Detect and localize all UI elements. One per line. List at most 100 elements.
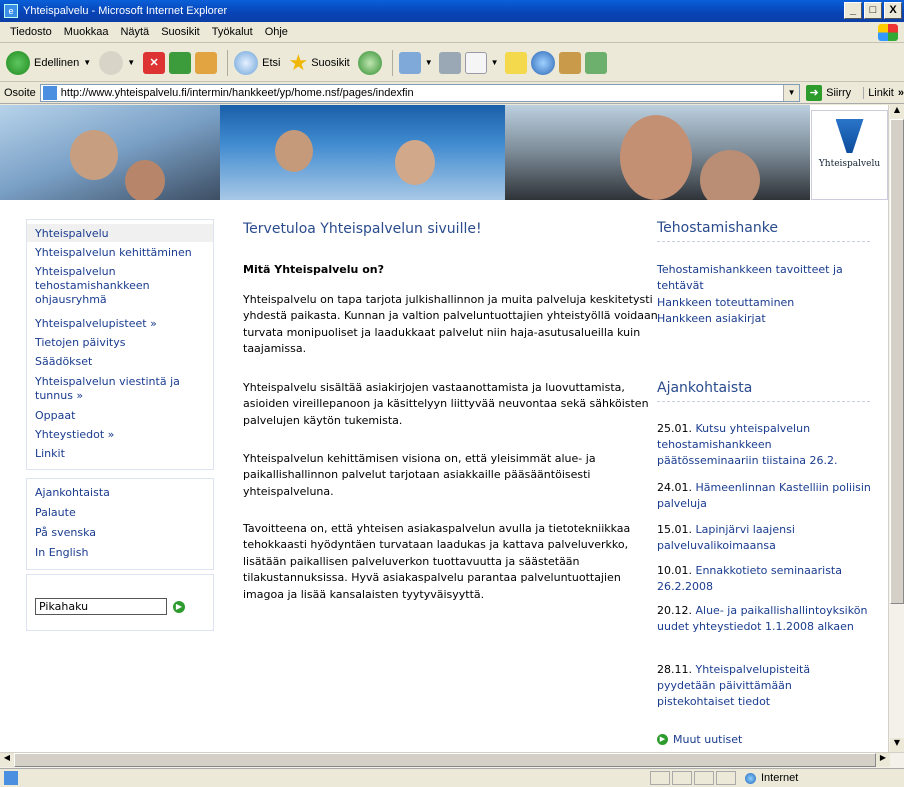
star-icon: ★ [288, 49, 309, 75]
menu-view[interactable]: Näytä [120, 26, 149, 38]
nav-item-linkit[interactable]: Linkit [35, 447, 65, 461]
links-button[interactable]: Linkit [863, 86, 894, 99]
menu-file[interactable]: Tiedosto [10, 26, 52, 38]
nav-item-yhteispalvelu[interactable]: Yhteispalvelu [35, 227, 109, 241]
home-icon[interactable] [195, 51, 218, 74]
nav-item-yhteystiedot[interactable]: Yhteystiedot » [35, 428, 114, 442]
nav-item-ohjausryhma[interactable]: Yhteispalvelun tehostamishankkeen ohjaus… [35, 265, 195, 307]
book-icon[interactable] [558, 51, 581, 74]
project-link[interactable]: Tehostamishankkeen tavoitteet ja tehtävä… [657, 262, 872, 294]
maximize-button[interactable]: □ [864, 2, 882, 19]
address-dropdown-icon[interactable]: ▼ [783, 84, 800, 101]
menu-edit[interactable]: Muokkaa [64, 26, 109, 38]
yhteispalvelu-logo[interactable]: Yhteispalvelu [811, 110, 888, 200]
vertical-scrollbar[interactable]: ▲ ▼ [888, 105, 904, 752]
menu-bar: Tiedosto Muokkaa Näytä Suosikit Työkalut… [0, 22, 904, 43]
page-viewport: Yhteispalvelu Yhteispalvelu Yhteispalvel… [0, 105, 888, 752]
menu-help[interactable]: Ohje [265, 26, 288, 38]
news-heading: Ajankohtaista [657, 380, 753, 396]
back-button[interactable]: Edellinen ▼ [6, 50, 91, 75]
history-icon[interactable] [357, 50, 382, 75]
nav-item-ajankohtaista[interactable]: Ajankohtaista [35, 486, 110, 500]
menu-tools[interactable]: Työkalut [212, 26, 253, 38]
word-icon[interactable] [464, 51, 487, 74]
news-item[interactable]: 28.11. Yhteispalvelupisteitä pyydetään p… [657, 662, 872, 711]
logo-mark-icon [835, 119, 864, 153]
back-arrow-icon [6, 50, 30, 75]
messenger-icon[interactable] [584, 51, 607, 74]
nav-item-oppaat[interactable]: Oppaat [35, 409, 75, 423]
address-bar: Osoite http://www.yhteispalvelu.fi/inter… [0, 82, 904, 104]
close-button[interactable]: X [884, 2, 902, 19]
go-arrow-icon: ➜ [806, 84, 823, 101]
divider [657, 401, 870, 402]
scroll-thumb[interactable] [890, 119, 904, 604]
toolbar: Edellinen ▼ ▼ ✕ Etsi ★ Suosikit ▼ ▼ [0, 44, 904, 82]
nav-item-paivitys[interactable]: Tietojen päivitys [35, 336, 125, 350]
more-news-link[interactable]: ▶ Muut uutiset [657, 733, 742, 746]
scroll-right-icon[interactable]: ▶ [876, 753, 890, 767]
menu-favorites[interactable]: Suosikit [161, 26, 200, 38]
news-item[interactable]: 10.01. Ennakkotieto seminaarista 26.2.20… [657, 563, 872, 595]
nav-item-svenska[interactable]: På svenska [35, 526, 96, 540]
mail-icon[interactable] [398, 51, 421, 74]
nav-item-english[interactable]: In English [35, 546, 88, 560]
news-item[interactable]: 20.12. Alue- ja paikallishallintoyksikön… [657, 603, 872, 635]
nav-item-viestinta[interactable]: Yhteispalvelun viestintä ja tunnus » [35, 375, 195, 403]
nav-item-pisteet[interactable]: Yhteispalvelupisteet » [35, 317, 157, 331]
refresh-icon[interactable] [169, 51, 192, 74]
favorites-label: Suosikit [311, 56, 350, 69]
header-banner: Yhteispalvelu [0, 105, 888, 200]
project-heading: Tehostamishanke [657, 220, 778, 236]
quick-search-input[interactable]: Pikahaku [35, 598, 167, 615]
horizontal-scrollbar[interactable]: ◀ ▶ [0, 752, 904, 768]
scroll-up-icon[interactable]: ▲ [890, 105, 904, 119]
research-icon[interactable] [530, 50, 555, 75]
news-date: 24.01. [657, 481, 692, 494]
news-item[interactable]: 15.01. Lapinjärvi laajensi palveluvaliko… [657, 522, 872, 554]
back-dropdown-icon[interactable]: ▼ [83, 58, 91, 67]
windows-logo-icon [878, 24, 898, 41]
minimize-button[interactable]: _ [844, 2, 862, 19]
search-button[interactable]: Etsi [234, 50, 281, 75]
favorites-button[interactable]: ★ Suosikit [288, 50, 349, 76]
discuss-icon[interactable] [504, 51, 527, 74]
news-item[interactable]: 25.01. Kutsu yhteispalvelun tehostamisha… [657, 421, 872, 470]
go-label: Siirry [826, 86, 852, 99]
content-heading: Mitä Yhteispalvelu on? [243, 263, 384, 276]
forward-button[interactable]: ▼ [99, 50, 135, 75]
toolbar-separator [227, 49, 229, 76]
news-date: 25.01. [657, 422, 692, 435]
scroll-left-icon[interactable]: ◀ [0, 753, 14, 767]
nav-item-saadokset[interactable]: Säädökset [35, 355, 92, 369]
banner-photo-1 [0, 105, 220, 200]
print-icon[interactable] [438, 51, 461, 74]
edit-dropdown-icon[interactable]: ▼ [491, 58, 499, 67]
nav-item-palaute[interactable]: Palaute [35, 506, 76, 520]
back-label: Edellinen [34, 56, 80, 69]
hscroll-thumb[interactable] [14, 753, 876, 767]
scroll-down-icon[interactable]: ▼ [890, 738, 904, 752]
nav-item-kehittaminen[interactable]: Yhteispalvelun kehittäminen [35, 246, 192, 260]
address-field[interactable]: http://www.yhteispalvelu.fi/intermin/han… [39, 83, 801, 102]
news-item[interactable]: 24.01. Hämeenlinnan Kastelliin poliisin … [657, 480, 872, 512]
search-go-icon[interactable]: ▶ [173, 601, 185, 613]
stop-icon[interactable]: ✕ [143, 51, 166, 74]
project-link[interactable]: Hankkeen asiakirjat [657, 311, 872, 327]
project-link[interactable]: Hankkeen toteuttaminen [657, 295, 872, 311]
title-bar: e Yhteispalvelu - Microsoft Internet Exp… [0, 0, 904, 22]
status-pane [716, 771, 736, 785]
chevron-right-icon[interactable]: » [898, 87, 904, 99]
mail-dropdown-icon[interactable]: ▼ [425, 58, 433, 67]
address-label: Osoite [4, 86, 36, 99]
page-status-icon [4, 771, 18, 785]
search-label: Etsi [262, 56, 281, 69]
go-button[interactable]: ➜ Siirry [806, 84, 852, 101]
forward-dropdown-icon[interactable]: ▼ [127, 58, 135, 67]
quick-search-box: Pikahaku ▶ [26, 574, 214, 631]
globe-icon [745, 772, 756, 784]
paragraph: Yhteispalvelu sisältää asiakirjojen vast… [243, 381, 649, 427]
news-date: 15.01. [657, 523, 692, 536]
page-title: Tervetuloa Yhteispalvelun sivuille! [243, 221, 482, 237]
address-url[interactable]: http://www.yhteispalvelu.fi/intermin/han… [61, 87, 414, 99]
